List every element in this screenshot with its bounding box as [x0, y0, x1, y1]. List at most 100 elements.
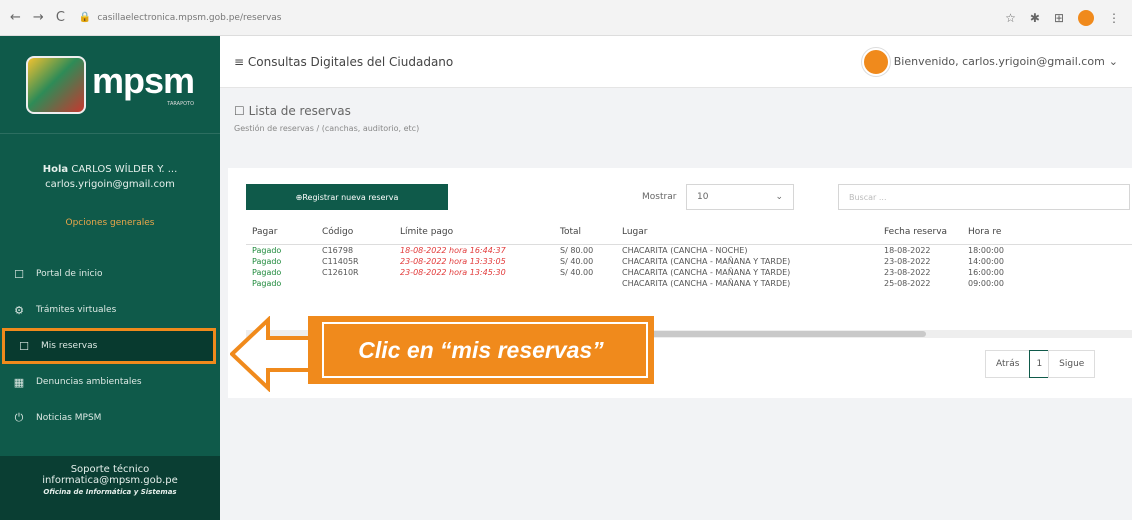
logo[interactable]: mpsm TARAPOTO	[0, 36, 220, 134]
top-bar: ≡ Consultas Digitales del Ciudadano Bien…	[220, 36, 1132, 88]
gear-icon: ⚙	[14, 303, 24, 317]
page-size-select[interactable]: 10 ⌄	[686, 184, 794, 210]
page-size-value: 10	[697, 192, 709, 202]
table-cell: 16:00:00	[968, 267, 1004, 277]
table-cell: 14:00:00	[968, 256, 1004, 266]
table-row[interactable]: Pagado C12610R 23-08-2022 hora 13:45:30 S/ …	[246, 267, 1132, 278]
col-codigo[interactable]: Código	[316, 220, 394, 245]
table-header: Pagar Código Límite pago Total Lugar Fec…	[246, 220, 1132, 245]
annotation-arrow	[230, 316, 312, 392]
prev-page-button[interactable]: Atrás	[985, 350, 1031, 378]
table-cell: S/ 80.00	[560, 245, 594, 255]
table-cell: 18-08-2022	[884, 245, 931, 255]
reservations-table: Pagar Código Límite pago Total Lugar Fec…	[246, 220, 1132, 289]
search-input[interactable]: Buscar ...	[838, 184, 1130, 210]
sidebar-item-portal[interactable]: ☐ Portal de inicio	[0, 256, 220, 292]
browser-toolbar: ← → C 🔒 casillaelectronica.mpsm.gob.pe/r…	[0, 0, 1132, 36]
col-fecha[interactable]: Fecha reserva	[878, 220, 962, 245]
table-cell: 18:00:00	[968, 245, 1004, 255]
hamburger-icon[interactable]: ≡	[234, 55, 244, 69]
crest-icon	[25, 55, 86, 114]
page-heading: ☐ Lista de reservas Gestión de reservas …	[234, 104, 419, 133]
table-cell[interactable]: Pagado	[246, 278, 316, 289]
chevron-down-icon: ⌄	[775, 192, 783, 202]
next-page-button[interactable]: Sigue	[1048, 350, 1096, 378]
sidebar-menu: ☐ Portal de inicio ⚙ Trámites virtuales …	[0, 256, 220, 436]
col-limite[interactable]: Límite pago	[394, 220, 554, 245]
table-cell	[554, 278, 616, 289]
user-menu[interactable]: Bienvenido, carlos.yrigoin@gmail.com ⌄	[861, 47, 1118, 76]
brand-name: mpsm	[91, 59, 195, 101]
col-total[interactable]: Total	[554, 220, 616, 245]
table-cell: S/ 40.00	[560, 267, 594, 277]
section-title: Opciones generales	[65, 218, 155, 228]
table-cell[interactable]: Pagado	[246, 244, 316, 256]
brand-sub: TARAPOTO	[167, 100, 195, 107]
square-icon: ☐	[19, 339, 29, 353]
window-icon: ☐	[14, 267, 24, 281]
sidebar: mpsm TARAPOTO Hola CARLOS WÍLDER Y. ... …	[0, 36, 220, 520]
user-email: carlos.yrigoin@gmail.com	[45, 179, 175, 190]
welcome-text: Bienvenido, carlos.yrigoin@gmail.com	[893, 55, 1105, 68]
table-cell: CHACARITA (CANCHA - MAÑANA Y TARDE)	[622, 278, 791, 288]
table-cell[interactable]: Pagado	[246, 267, 316, 278]
current-page[interactable]: 1	[1029, 350, 1050, 378]
sidebar-item-mis-reservas[interactable]: ☐ Mis reservas	[2, 328, 216, 364]
address-bar[interactable]: 🔒 casillaelectronica.mpsm.gob.pe/reserva…	[79, 7, 814, 29]
show-label: Mostrar	[642, 192, 677, 202]
table-cell: 09:00:00	[968, 278, 1004, 288]
sidebar-item-noticias[interactable]: ⏻ Noticias MPSM	[0, 400, 220, 436]
table-cell: 18-08-2022 hora 16:44:37	[400, 245, 506, 255]
sidebar-item-label: Trámites virtuales	[36, 305, 117, 315]
table-cell: 23-08-2022	[884, 267, 931, 277]
support-box: Soporte técnico informatica@mpsm.gob.pe …	[0, 456, 220, 520]
table-cell: 23-08-2022 hora 13:33:05	[400, 256, 506, 266]
app-title-text: Consultas Digitales del Ciudadano	[247, 54, 454, 69]
breadcrumb: Gestión de reservas / (canchas, auditori…	[234, 124, 420, 133]
col-hora[interactable]: Hora re	[962, 220, 1132, 245]
back-icon[interactable]: ←	[10, 10, 21, 25]
list-icon: ☐	[234, 104, 245, 118]
url-text: casillaelectronica.mpsm.gob.pe/reservas	[97, 12, 282, 23]
breadcrumb-item[interactable]: Gestión de reservas	[234, 124, 314, 133]
star-icon[interactable]: ☆	[1005, 11, 1016, 25]
profile-icon[interactable]	[1078, 9, 1094, 26]
table-cell: S/ 40.00	[560, 256, 594, 266]
extension-icon[interactable]: ✱	[1030, 11, 1040, 25]
new-reservation-button[interactable]: ⊕ Registrar nueva reserva	[246, 184, 448, 210]
table-row[interactable]: Pagado CHACARITA (CANCHA - MAÑANA Y TARDE…	[246, 278, 1132, 289]
table-cell	[316, 278, 394, 289]
sidebar-item-denuncias[interactable]: ▦ Denuncias ambientales	[0, 364, 220, 400]
col-lugar[interactable]: Lugar	[616, 220, 878, 245]
table-cell: C16798	[322, 245, 354, 255]
support-office: Oficina de Informática y Sistemas	[43, 488, 177, 496]
sidebar-item-label: Mis reservas	[41, 341, 98, 351]
table-cell: C12610R	[322, 267, 359, 277]
reload-icon[interactable]: C	[56, 10, 65, 25]
annotation-callout-border	[322, 322, 648, 378]
breadcrumb-item: (canchas, auditorio, etc)	[321, 124, 420, 133]
table-cell	[394, 278, 554, 289]
browser-nav: ← → C	[10, 10, 65, 25]
table-cell: CHACARITA (CANCHA - NOCHE)	[622, 245, 748, 255]
support-email[interactable]: informatica@mpsm.gob.pe	[0, 475, 220, 486]
menu-dots-icon[interactable]: ⋮	[1108, 11, 1120, 25]
plus-circle-icon: ⊕	[295, 192, 303, 202]
puzzle-icon[interactable]: ⊞	[1054, 11, 1064, 25]
table-cell: C11405R	[322, 256, 359, 266]
table-cell: CHACARITA (CANCHA - MAÑANA Y TARDE)	[622, 267, 791, 277]
table-toolbar: ⊕ Registrar nueva reserva Mostrar 10 ⌄ B…	[246, 184, 1132, 210]
page-title: Lista de reservas	[248, 104, 351, 118]
table-row[interactable]: Pagado C16798 18-08-2022 hora 16:44:37 S/ 8…	[246, 244, 1132, 256]
sidebar-item-tramites[interactable]: ⚙ Trámites virtuales	[0, 292, 220, 328]
table-cell: 23-08-2022	[884, 256, 931, 266]
forward-icon[interactable]: →	[33, 10, 44, 25]
power-icon: ⏻	[14, 411, 24, 424]
table-cell[interactable]: Pagado	[246, 256, 316, 267]
lock-icon: 🔒	[78, 12, 92, 23]
table-row[interactable]: Pagado C11405R 23-08-2022 hora 13:33:05 S/ …	[246, 256, 1132, 267]
avatar	[861, 47, 890, 76]
col-pagar[interactable]: Pagar	[246, 220, 316, 245]
sidebar-item-label: Denuncias ambientales	[36, 377, 142, 387]
chevron-down-icon: ⌄	[1108, 55, 1118, 68]
